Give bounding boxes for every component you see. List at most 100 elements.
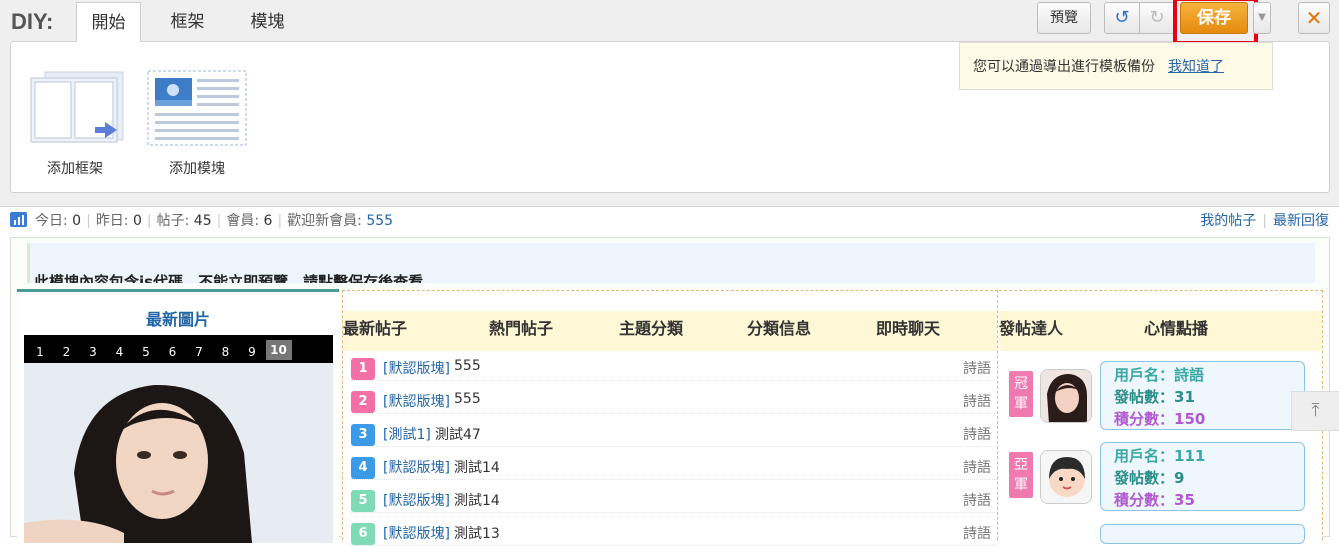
thread-row: 2 [默認版塊] 555 詩語	[351, 386, 997, 414]
post-count: 9	[1174, 469, 1185, 487]
portrait-photo	[24, 363, 333, 543]
pager-page-8[interactable]: 8	[213, 345, 239, 359]
thread-author-link[interactable]: 詩語	[963, 490, 991, 510]
post-count: 31	[1174, 388, 1195, 406]
posts-count: 45	[193, 213, 212, 229]
tab-live-chat[interactable]: 即時聊天	[876, 311, 940, 347]
thread-row: 3 [測試1] 測試47 詩語	[351, 419, 997, 447]
undo-button[interactable]: ↺	[1104, 2, 1140, 34]
new-member-link[interactable]: 555	[366, 213, 393, 229]
poster-card-first: 冠軍 用戶名：詩語 發帖數：31 積分數：150	[1009, 361, 1309, 431]
pager-page-4[interactable]: 4	[107, 345, 133, 359]
add-frame-tool[interactable]: 添加框架	[25, 70, 125, 178]
forum-stats: 今日: 0 | 昨日: 0 | 帖子: 45 | 會員: 6 | 歡迎新會員: 555	[10, 207, 393, 235]
pager-page-1[interactable]: 1	[27, 345, 53, 359]
back-to-top-icon: ⤒	[1311, 400, 1320, 421]
avatar[interactable]	[1040, 450, 1092, 504]
tab-frame[interactable]: 框架	[155, 2, 220, 42]
username-label: 用戶名：	[1114, 447, 1175, 465]
tab-classified-info[interactable]: 分類信息	[747, 311, 811, 347]
thread-category-link[interactable]: [默認版塊]	[383, 358, 450, 378]
username[interactable]: 詩語	[1174, 366, 1204, 384]
preview-button[interactable]: 預覽	[1037, 2, 1091, 34]
today-label: 今日:	[35, 213, 68, 229]
add-frame-label: 添加框架	[47, 161, 103, 177]
thread-author-link[interactable]: 詩語	[963, 391, 991, 411]
js-notice-text: 此模塊內容包含js代碼，不能立即預覽，請點擊保存後查看	[34, 273, 424, 283]
latest-replies-link[interactable]: 最新回復	[1273, 213, 1329, 229]
thread-category-link[interactable]: [默認版塊]	[383, 523, 450, 543]
add-block-tool[interactable]: 添加模塊	[147, 70, 247, 178]
thread-row: 6 [默認版塊] 測試13 詩語	[351, 518, 997, 546]
tab-block[interactable]: 模塊	[235, 2, 300, 42]
close-icon: ✕	[1305, 6, 1323, 30]
posters-tabbar: 發帖達人 心情點播	[999, 311, 1321, 351]
thread-category-link[interactable]: [默認版塊]	[383, 391, 450, 411]
thread-title-link[interactable]: 測試14	[454, 490, 500, 510]
threads-block: 最新帖子 熱門帖子 主題分類 分類信息 即時聊天 1 [默認版塊] 555 詩語 2 [默…	[342, 290, 998, 546]
pager-page-3[interactable]: 3	[80, 345, 106, 359]
thread-author-link[interactable]: 詩語	[963, 424, 991, 444]
tip-dismiss-link[interactable]: 我知道了	[1168, 59, 1224, 75]
username[interactable]: 111	[1174, 447, 1205, 465]
tab-topic-categories[interactable]: 主題分類	[619, 311, 683, 347]
quick-links: 我的帖子 | 最新回復	[1200, 213, 1329, 229]
welcome-label: 歡迎新會員:	[287, 213, 362, 229]
today-count: 0	[72, 213, 82, 229]
avatar[interactable]	[1040, 369, 1092, 423]
thread-row: 5 [默認版塊] 測試14 詩語	[351, 485, 997, 513]
save-options-button[interactable]: ▼	[1253, 2, 1271, 34]
thread-category-link[interactable]: [測試1]	[383, 424, 431, 444]
thread-author-link[interactable]: 詩語	[963, 358, 991, 378]
poster-card-third-partial	[1100, 524, 1305, 544]
yesterday-count: 0	[132, 213, 142, 229]
undo-icon: ↺	[1114, 7, 1130, 28]
thread-row: 1 [默認版塊] 555 詩語	[351, 353, 997, 381]
close-button[interactable]: ✕	[1298, 2, 1330, 34]
rank-number: 5	[351, 490, 375, 512]
thread-title-link[interactable]: 測試13	[454, 523, 500, 543]
backup-tip: 您可以通過導出進行模板備份 我知道了	[959, 42, 1273, 90]
redo-button[interactable]: ↻	[1139, 2, 1175, 34]
thread-category-link[interactable]: [默認版塊]	[383, 490, 450, 510]
rank-number: 2	[351, 391, 375, 413]
add-block-icon	[147, 70, 247, 146]
add-frame-icon	[30, 71, 124, 143]
stats-chart-icon	[10, 212, 27, 227]
poster-info: 用戶名：詩語 發帖數：31 積分數：150	[1100, 361, 1305, 430]
pager-page-10[interactable]: 10	[265, 340, 292, 360]
my-posts-link[interactable]: 我的帖子	[1200, 213, 1256, 229]
pager-page-7[interactable]: 7	[186, 345, 212, 359]
save-button[interactable]: 保存	[1180, 2, 1248, 34]
pager-page-6[interactable]: 6	[160, 345, 186, 359]
diy-label: DIY:	[11, 9, 54, 34]
picture-pager: 1 2 3 4 5 6 7 8 9 10	[24, 335, 333, 363]
thread-title-link[interactable]: 555	[454, 358, 481, 374]
thread-title-link[interactable]: 555	[454, 391, 481, 407]
pager-page-2[interactable]: 2	[54, 345, 80, 359]
pager-page-5[interactable]: 5	[133, 345, 159, 359]
rank-badge: 亞軍	[1009, 452, 1033, 498]
rank-number: 6	[351, 523, 375, 545]
thread-author-link[interactable]: 詩語	[963, 523, 991, 543]
tab-start[interactable]: 開始	[76, 2, 141, 42]
latest-pictures-title[interactable]: 最新圖片	[17, 306, 339, 330]
poster-card-second: 亞軍 用戶名：111 發帖數：9 積分數：35	[1009, 442, 1309, 512]
rank-number: 1	[351, 358, 375, 380]
thread-title-link[interactable]: 測試14	[454, 457, 500, 477]
thread-title-link[interactable]: 測試47	[435, 424, 481, 444]
posts-label: 發帖數：	[1114, 469, 1175, 487]
back-to-top-button[interactable]: ⤒	[1291, 391, 1339, 431]
thread-author-link[interactable]: 詩語	[963, 457, 991, 477]
credits-label: 積分數：	[1114, 410, 1175, 428]
tab-hot-threads[interactable]: 熱門帖子	[489, 311, 553, 347]
tab-mood-broadcast[interactable]: 心情點播	[1144, 311, 1208, 347]
thread-category-link[interactable]: [默認版塊]	[383, 457, 450, 477]
pager-page-9[interactable]: 9	[239, 345, 265, 359]
posts-label: 帖子:	[156, 213, 190, 229]
diy-toolbar: DIY: 開始 框架 模塊 添加框架 添加模塊 預覽 ↺ ↻ 保存 ▼ ✕ 您可…	[0, 0, 1339, 207]
tab-top-posters[interactable]: 發帖達人	[999, 311, 1063, 347]
tab-latest-threads[interactable]: 最新帖子	[343, 311, 407, 347]
featured-picture[interactable]	[24, 363, 333, 543]
top-posters-block: 發帖達人 心情點播 冠軍 用戶名：詩語 發帖數：31 積分數：150 亞軍 用戶…	[999, 290, 1323, 544]
